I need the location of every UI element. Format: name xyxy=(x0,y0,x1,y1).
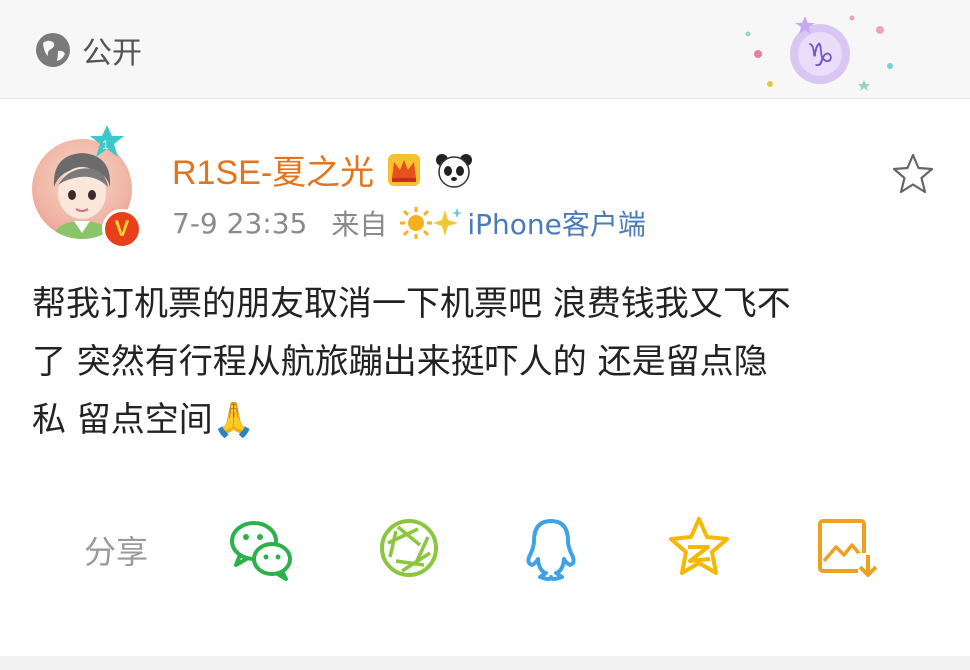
source-prefix: 来自 xyxy=(331,208,388,241)
verified-badge: V xyxy=(102,209,142,249)
qzone-icon[interactable] xyxy=(664,515,734,581)
post-body-text: 帮我订机票的朋友取消一下机票吧 浪费钱我又飞不 了 突然有行程从航旅蹦出来挺吓人… xyxy=(32,284,791,440)
privacy-indicator[interactable]: 公开 xyxy=(34,30,142,71)
share-bar: 分享 xyxy=(0,509,970,585)
svg-text:♑: ♑ xyxy=(806,36,835,74)
panda-icon xyxy=(436,153,473,188)
favorite-star-icon[interactable] xyxy=(890,151,936,197)
crown-icon xyxy=(388,153,421,186)
qq-icon[interactable] xyxy=(516,515,586,581)
wechat-icon[interactable] xyxy=(226,515,296,581)
post-meta: 7-9 23:35 来自 iPhone客户端 xyxy=(172,203,646,243)
sparkle-icon xyxy=(433,208,463,236)
share-label: 分享 xyxy=(84,533,149,571)
author-name[interactable]: R1SE-夏之光 xyxy=(172,145,374,194)
post-header-bar: 公开 ♑ xyxy=(0,0,970,99)
sun-icon xyxy=(400,207,433,239)
source-client-link[interactable]: iPhone客户端 xyxy=(467,203,646,243)
post-card: 1 V R1SE-夏之光 7-9 23:35 来自 iPhone客户端 帮我订机… xyxy=(0,99,970,655)
capricorn-sticker-icon: ♑ xyxy=(745,15,893,91)
author-name-row[interactable]: R1SE-夏之光 xyxy=(172,145,474,194)
globe-icon xyxy=(36,33,70,67)
level-badge: 1 xyxy=(86,123,128,163)
level-badge-text: 1 xyxy=(102,138,109,152)
privacy-label: 公开 xyxy=(82,36,142,71)
save-image-icon[interactable] xyxy=(812,515,882,581)
moments-icon[interactable] xyxy=(374,515,444,581)
post-time: 7-9 23:35 xyxy=(172,206,308,240)
author-avatar-group[interactable]: 1 V xyxy=(30,125,142,249)
bottom-divider xyxy=(0,656,970,670)
